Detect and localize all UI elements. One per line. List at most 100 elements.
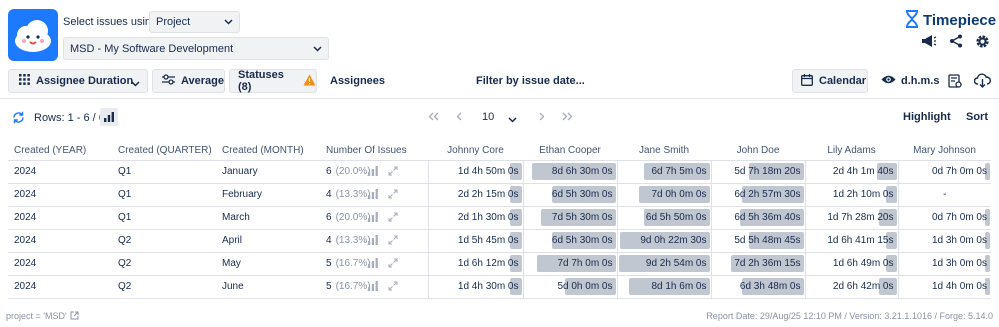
duration-cell[interactable]: -	[897, 183, 991, 207]
duration-cell[interactable]: 1d 3h 0m 0s	[897, 229, 991, 253]
prev-page-icon[interactable]	[456, 112, 463, 124]
assignees-button[interactable]: Assignees	[330, 69, 385, 93]
cloud-download-icon[interactable]	[973, 73, 991, 91]
duration-cell[interactable]: 7d 5h 30m 0s	[522, 206, 617, 230]
issue-count[interactable]: 6	[326, 166, 332, 177]
row-action-icons	[367, 188, 398, 202]
cell-issue-count: 4 (13.3%)	[320, 183, 428, 207]
highlight-button[interactable]: Highlight	[903, 111, 951, 123]
duration-cell[interactable]: 1d 4h 0m 0s	[897, 275, 991, 299]
duration-cell[interactable]: 0d 7h 0m 0s	[897, 160, 991, 184]
calendar-button[interactable]: Calendar	[792, 69, 868, 93]
filter-by-date-button[interactable]: Filter by issue date...	[476, 69, 585, 93]
chart-view-button[interactable]	[100, 108, 118, 126]
duration-cell[interactable]: 6d 5h 36m 40s	[710, 206, 805, 230]
expand-icon[interactable]	[388, 189, 398, 202]
duration-cell[interactable]: 6d 7h 5m 0s	[616, 160, 711, 184]
duration-cell[interactable]: 2d 1h 30m 0s	[427, 206, 523, 230]
duration-cell[interactable]: 1d 6h 12m 0s	[427, 252, 523, 276]
duration-cell[interactable]: 1d 6h 49m 0s	[804, 252, 898, 276]
duration-cell[interactable]: 2d 6h 42m 0s	[804, 275, 898, 299]
bar-chart-icon[interactable]	[367, 257, 378, 271]
duration-bar: 6d 2h 57m 30s	[713, 186, 804, 203]
duration-cell[interactable]: 6d 5h 30m 0s	[522, 183, 617, 207]
column-header[interactable]: Lily Adams	[805, 141, 898, 161]
bar-chart-icon[interactable]	[367, 234, 378, 248]
share-icon[interactable]	[949, 34, 963, 51]
duration-bar: 1d 2h 10m 0s	[807, 186, 897, 203]
issue-count[interactable]: 5	[326, 258, 332, 269]
expand-icon[interactable]	[388, 166, 398, 179]
duration-cell[interactable]: 1d 6h 41m 15s	[804, 229, 898, 253]
duration-cell[interactable]: 6d 5h 30m 0s	[522, 229, 617, 253]
column-header[interactable]: Jane Smith	[617, 141, 711, 161]
column-header[interactable]: John Doe	[711, 141, 805, 161]
duration-cell[interactable]: 1d 4h 30m 0s	[427, 275, 523, 299]
duration-value: 2d 1h 30m 0s	[457, 212, 519, 223]
statuses-button[interactable]: Statuses (8)	[229, 69, 317, 93]
column-header[interactable]: Created (YEAR)	[8, 141, 112, 161]
duration-cell[interactable]: 6d 5h 50m 0s	[616, 206, 711, 230]
issue-percent: (16.7%)	[335, 258, 371, 269]
duration-cell[interactable]: 2d 4h 1m 40s	[804, 160, 898, 184]
duration-cell[interactable]: 5d 7h 18m 20s	[710, 160, 805, 184]
duration-cell[interactable]: 1d 3h 0m 0s	[897, 252, 991, 276]
issue-count[interactable]: 4	[326, 189, 332, 200]
sort-button[interactable]: Sort	[966, 111, 988, 123]
project-select[interactable]: MSD - My Software Development	[63, 37, 329, 60]
expand-icon[interactable]	[388, 281, 398, 294]
expand-icon[interactable]	[388, 212, 398, 225]
export-report-icon[interactable]	[948, 74, 963, 92]
issue-count[interactable]: 5	[326, 281, 332, 292]
assignee-duration-button[interactable]: Assignee Duration	[8, 69, 148, 93]
duration-cell[interactable]: 6d 3h 48m 0s	[710, 275, 805, 299]
column-header[interactable]: Mary Johnson	[898, 141, 991, 161]
bar-chart-icon[interactable]	[367, 188, 378, 202]
duration-cell[interactable]: 8d 1h 6m 0s	[616, 275, 711, 299]
duration-cell[interactable]: 7d 0h 0m 0s	[616, 183, 711, 207]
duration-cell[interactable]: 0d 7h 0m 0s	[897, 206, 991, 230]
megaphone-icon[interactable]	[921, 34, 937, 51]
duration-cell[interactable]: 1d 7h 28m 20s	[804, 206, 898, 230]
duration-cell[interactable]: 7d 7h 0m 0s	[522, 252, 617, 276]
column-header[interactable]: Ethan Cooper	[523, 141, 617, 161]
source-select[interactable]: Project	[149, 11, 240, 33]
column-header[interactable]: Created (MONTH)	[216, 141, 320, 161]
duration-cell[interactable]: 9d 2h 54m 0s	[616, 252, 711, 276]
expand-icon[interactable]	[388, 235, 398, 248]
duration-bar: 6d 5h 36m 40s	[713, 209, 804, 226]
duration-cell[interactable]: 7d 2h 36m 15s	[710, 252, 805, 276]
bar-chart-icon[interactable]	[367, 280, 378, 294]
source-select-value: Project	[156, 16, 191, 28]
duration-bar: 1d 6h 41m 15s	[807, 232, 897, 249]
duration-value: 6d 2h 57m 30s	[734, 189, 801, 200]
duration-cell[interactable]: 6d 2h 57m 30s	[710, 183, 805, 207]
duration-cell[interactable]: 8d 6h 30m 0s	[522, 160, 617, 184]
duration-cell[interactable]: 9d 0h 22m 30s	[616, 229, 711, 253]
cell-issue-count: 6 (20.0%)	[320, 206, 428, 230]
duration-cell[interactable]: 1d 2h 10m 0s	[804, 183, 898, 207]
issue-count[interactable]: 6	[326, 212, 332, 223]
external-link-icon[interactable]	[70, 311, 79, 322]
issue-count[interactable]: 4	[326, 235, 332, 246]
expand-icon[interactable]	[388, 258, 398, 271]
time-format-toggle[interactable]: d.h.m.s	[881, 69, 940, 93]
gear-icon[interactable]	[975, 34, 990, 52]
column-header[interactable]: Johnny Core	[428, 141, 523, 161]
last-page-icon[interactable]	[562, 112, 573, 124]
duration-cell[interactable]: 1d 4h 50m 0s	[427, 160, 523, 184]
first-page-icon[interactable]	[428, 112, 439, 124]
column-header[interactable]: Created (QUARTER)	[112, 141, 216, 161]
duration-cell[interactable]: 5d 0h 0m 0s	[522, 275, 617, 299]
hourglass-icon	[905, 10, 919, 31]
duration-cell[interactable]: 5d 5h 48m 45s	[710, 229, 805, 253]
refresh-icon[interactable]	[12, 111, 25, 127]
duration-cell[interactable]: 2d 2h 15m 0s	[427, 183, 523, 207]
duration-cell[interactable]: 1d 5h 45m 0s	[427, 229, 523, 253]
average-button[interactable]: Average	[152, 69, 225, 93]
bar-chart-icon[interactable]	[367, 211, 378, 225]
next-page-icon[interactable]	[538, 112, 545, 124]
page-size-select[interactable]: 10	[482, 111, 494, 123]
column-header[interactable]: Number Of Issues	[320, 141, 428, 161]
bar-chart-icon[interactable]	[367, 165, 378, 179]
